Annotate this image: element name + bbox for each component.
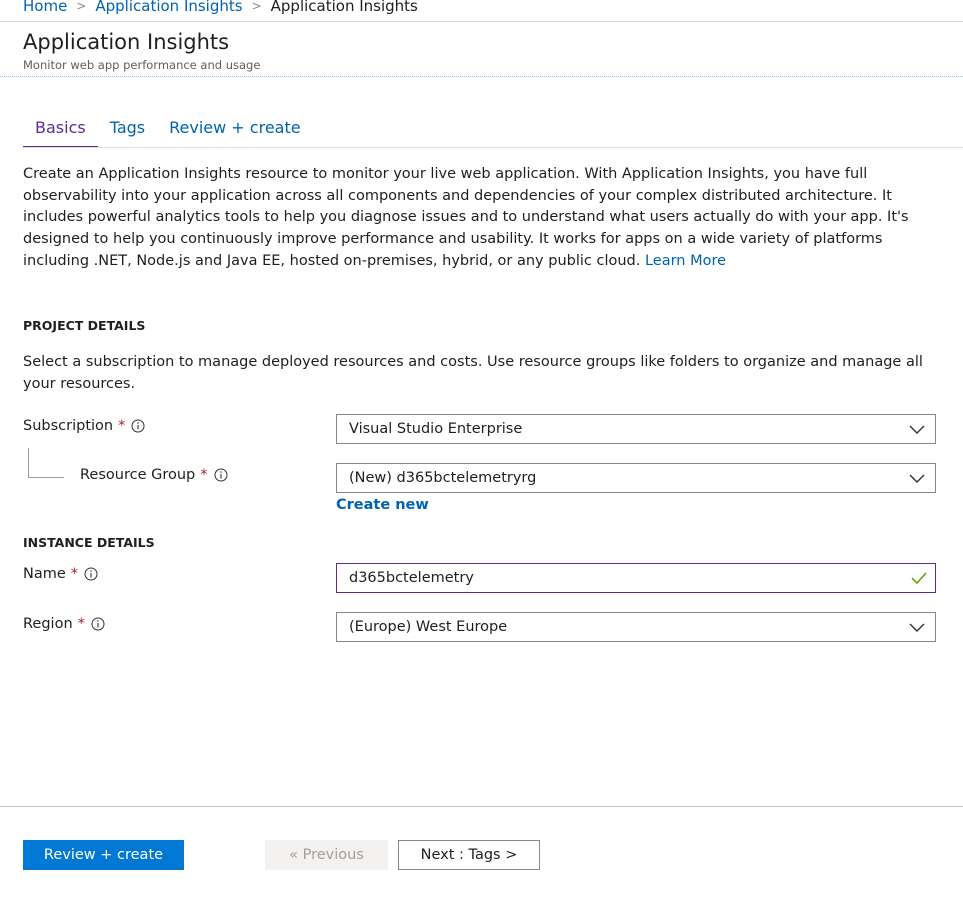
name-input[interactable] [336,563,936,593]
next-tags-button[interactable]: Next : Tags > [398,840,540,870]
title-divider [0,76,963,77]
resource-group-label: Resource Group * [80,464,228,486]
breadcrumb-app-insights-link[interactable]: Application Insights [95,0,242,15]
chevron-down-icon [909,425,925,434]
region-label: Region * [23,613,105,635]
required-marker: * [77,616,85,632]
header-divider [0,21,963,22]
footer-divider [0,806,963,807]
project-details-heading: PROJECT DETAILS [23,318,146,333]
breadcrumb-current: Application Insights [270,0,418,15]
tree-connector [28,448,64,478]
project-details-description: Select a subscription to manage deployed… [23,354,923,392]
wizard-tabs: Basics Tags Review + create [23,116,313,148]
page-title: Application Insights [23,30,230,54]
review-create-button[interactable]: Review + create [23,840,184,870]
region-value: (Europe) West Europe [349,619,508,635]
required-marker: * [118,418,126,434]
resource-group-select[interactable]: (New) d365bctelemetryrg [336,463,936,493]
breadcrumb: Home > Application Insights > Applicatio… [23,0,418,16]
checkmark-icon [911,572,927,585]
info-icon[interactable] [91,617,105,631]
required-marker: * [200,467,208,483]
name-label-text: Name [23,566,66,582]
breadcrumb-separator-icon: > [76,0,87,13]
tab-basics[interactable]: Basics [23,116,98,148]
resource-group-label-text: Resource Group [80,467,196,483]
subscription-label-text: Subscription [23,418,114,434]
name-label: Name * [23,563,98,585]
subscription-label: Subscription * [23,415,145,437]
tab-tags[interactable]: Tags [98,116,157,148]
subscription-value: Visual Studio Enterprise [349,421,523,437]
page-subtitle: Monitor web app performance and usage [23,58,261,72]
info-icon[interactable] [84,567,98,581]
resource-group-value: (New) d365bctelemetryrg [349,470,537,486]
intro-paragraph: Create an Application Insights resource … [23,164,923,273]
learn-more-link[interactable]: Learn More [645,253,726,269]
chevron-down-icon [909,474,925,483]
region-select[interactable]: (Europe) West Europe [336,612,936,642]
info-icon[interactable] [131,419,145,433]
required-marker: * [70,566,79,582]
info-icon[interactable] [214,468,228,482]
previous-button: « Previous [265,840,388,870]
intro-text: Create an Application Insights resource … [23,166,909,269]
instance-details-heading: INSTANCE DETAILS [23,535,155,550]
tab-review-create[interactable]: Review + create [157,116,312,148]
region-label-text: Region [23,616,73,632]
breadcrumb-home-link[interactable]: Home [23,0,67,15]
breadcrumb-separator-icon: > [251,0,262,13]
chevron-down-icon [909,623,925,632]
create-new-link[interactable]: Create new [336,497,429,513]
subscription-select[interactable]: Visual Studio Enterprise [336,414,936,444]
tabs-divider [23,147,963,148]
